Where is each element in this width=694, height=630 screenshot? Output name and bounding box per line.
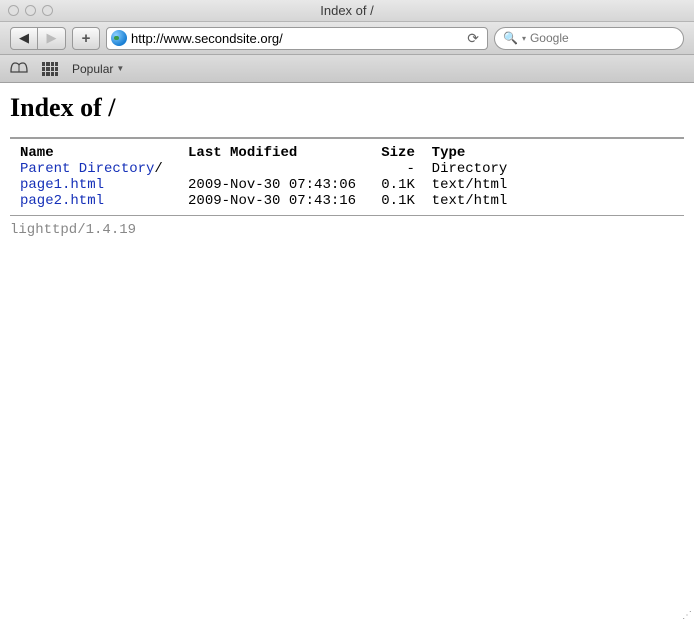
file-link[interactable]: page1.html xyxy=(20,177,104,193)
divider xyxy=(10,215,684,216)
chevron-down-icon: ▼ xyxy=(116,64,124,73)
url-input[interactable] xyxy=(131,31,459,46)
search-input[interactable] xyxy=(530,31,685,45)
popular-label: Popular xyxy=(72,62,113,76)
divider xyxy=(10,137,684,139)
minimize-window-button[interactable] xyxy=(25,5,36,16)
bookmarks-icon[interactable] xyxy=(10,60,28,78)
close-window-button[interactable] xyxy=(8,5,19,16)
bookmark-bar: Popular ▼ xyxy=(0,55,694,83)
forward-button[interactable]: ▶ xyxy=(38,27,66,50)
table-row: page1.html 2009-Nov-30 07:43:06 0.1K tex… xyxy=(20,177,684,193)
file-link[interactable]: Parent Directory xyxy=(20,161,154,177)
add-bookmark-button[interactable]: + xyxy=(72,27,100,50)
server-signature: lighttpd/1.4.19 xyxy=(10,222,684,238)
search-icon: 🔍 xyxy=(503,31,518,45)
page-content: Index of / Name Last Modified Size Type … xyxy=(0,83,694,630)
topsites-icon[interactable] xyxy=(42,62,58,76)
page-title: Index of / xyxy=(10,93,684,123)
popular-menu[interactable]: Popular ▼ xyxy=(72,62,124,76)
search-bar[interactable]: 🔍▾ xyxy=(494,27,684,50)
back-button[interactable]: ◀ xyxy=(10,27,38,50)
reload-icon[interactable]: ⟳ xyxy=(463,30,483,47)
zoom-window-button[interactable] xyxy=(42,5,53,16)
chevron-down-icon: ▾ xyxy=(522,34,526,43)
table-row: page2.html 2009-Nov-30 07:43:16 0.1K tex… xyxy=(20,193,684,209)
titlebar: Index of / xyxy=(0,0,694,22)
traffic-lights xyxy=(0,5,53,16)
site-icon xyxy=(111,30,127,46)
listing-header: Name Last Modified Size Type xyxy=(20,145,684,161)
directory-listing: Name Last Modified Size Type Parent Dire… xyxy=(10,145,684,209)
file-link[interactable]: page2.html xyxy=(20,193,104,209)
table-row: Parent Directory/ - Directory xyxy=(20,161,684,177)
resize-handle[interactable]: ⋰ xyxy=(678,614,692,628)
window-title: Index of / xyxy=(0,3,694,18)
toolbar: ◀ ▶ + ⟳ 🔍▾ xyxy=(0,22,694,55)
nav-buttons: ◀ ▶ xyxy=(10,27,66,50)
url-bar[interactable]: ⟳ xyxy=(106,27,488,50)
